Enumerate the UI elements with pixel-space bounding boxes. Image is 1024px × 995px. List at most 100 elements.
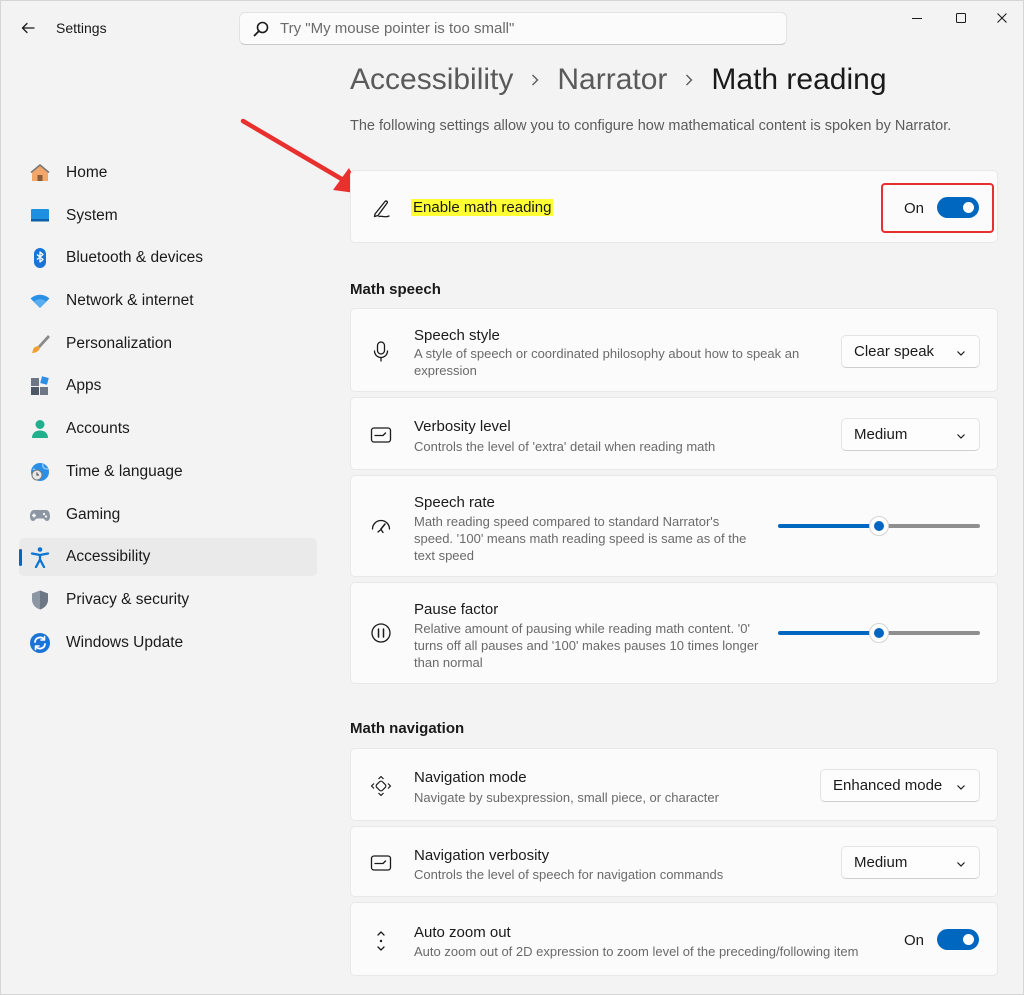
sidebar-item-personalization[interactable]: Personalization	[19, 325, 317, 363]
verbosity-level-dropdown[interactable]: Medium	[841, 418, 980, 451]
account-icon	[29, 418, 51, 440]
verbosity-icon	[369, 851, 393, 875]
title-bar: Settings	[1, 1, 1024, 55]
sidebar-item-label: Gaming	[66, 505, 121, 523]
navigation-mode-title: Navigation mode	[414, 769, 527, 786]
slider-thumb[interactable]	[869, 516, 889, 536]
chevron-right-icon	[684, 73, 694, 87]
shield-icon	[29, 589, 51, 611]
expand-vertical-icon	[369, 929, 393, 953]
section-heading-math-navigation: Math navigation	[350, 720, 465, 737]
breadcrumb-accessibility[interactable]: Accessibility	[350, 63, 513, 97]
enable-math-reading-label: Enable math reading	[411, 199, 554, 216]
speech-style-dropdown[interactable]: Clear speak	[841, 335, 980, 368]
section-heading-math-speech: Math speech	[350, 281, 441, 298]
navigation-verbosity-value: Medium	[854, 854, 908, 871]
verbosity-level-title: Verbosity level	[414, 418, 511, 435]
speech-rate-title: Speech rate	[414, 494, 495, 511]
sidebar-item-windows-update[interactable]: Windows Update	[19, 624, 317, 662]
speech-rate-desc-line1: Math reading speed compared to standard …	[414, 514, 720, 529]
minimize-icon	[912, 18, 922, 19]
navigation-mode-card: Navigation mode Navigate by subexpressio…	[350, 748, 998, 821]
sidebar-item-accounts[interactable]: Accounts	[19, 410, 317, 448]
bluetooth-icon	[29, 247, 51, 269]
sidebar-item-network[interactable]: Network & internet	[19, 282, 317, 320]
navigation-mode-desc: Navigate by subexpression, small piece, …	[414, 790, 719, 805]
navigation-verbosity-dropdown[interactable]: Medium	[841, 846, 980, 879]
navigation-mode-dropdown[interactable]: Enhanced mode	[820, 769, 980, 802]
breadcrumb-narrator[interactable]: Narrator	[557, 63, 667, 97]
accessibility-icon	[29, 546, 51, 569]
chevron-down-icon	[955, 346, 967, 363]
page-title: Math reading	[711, 63, 887, 96]
pause-factor-slider[interactable]	[778, 623, 980, 643]
app-title: Settings	[56, 20, 107, 36]
back-arrow-icon	[21, 22, 35, 34]
breadcrumb: Accessibility Narrator Math reading	[350, 63, 887, 97]
globe-clock-icon	[29, 461, 51, 483]
pause-factor-card: Pause factor Relative amount of pausing …	[350, 582, 998, 684]
maximize-icon	[956, 13, 966, 23]
search-icon	[252, 20, 270, 38]
speech-rate-slider[interactable]	[778, 516, 980, 536]
verbosity-level-value: Medium	[854, 426, 908, 443]
pause-factor-desc-line2: turns off all pauses and '100' makes pau…	[414, 638, 759, 653]
speech-style-card: Speech style A style of speech or coordi…	[350, 308, 998, 392]
speech-rate-card: Speech rate Math reading speed compared …	[350, 475, 998, 577]
sidebar-item-label: Windows Update	[66, 633, 184, 651]
sidebar-item-apps[interactable]: Apps	[19, 367, 317, 405]
speech-rate-desc-line2: speed. '100' means math reading speed is…	[414, 531, 747, 546]
sidebar-item-label: Accounts	[66, 420, 130, 438]
speech-style-desc-line2: expression	[414, 363, 477, 378]
chevron-right-icon	[530, 73, 540, 87]
wifi-icon	[29, 290, 51, 312]
search-input[interactable]	[280, 20, 760, 37]
navigation-verbosity-desc: Controls the level of speech for navigat…	[414, 867, 724, 882]
sidebar-nav: Home System Bluetooth & devices Network …	[19, 154, 317, 666]
navigation-verbosity-title: Navigation verbosity	[414, 847, 550, 864]
verbosity-icon	[369, 423, 393, 447]
search-box[interactable]	[239, 12, 787, 45]
sidebar-item-system[interactable]: System	[19, 197, 317, 235]
slider-track-empty	[887, 631, 980, 635]
verbosity-level-card: Verbosity level Controls the level of 'e…	[350, 397, 998, 470]
close-icon	[997, 13, 1007, 23]
sidebar-item-privacy-security[interactable]: Privacy & security	[19, 581, 317, 619]
sidebar-item-label: Network & internet	[66, 292, 194, 310]
auto-zoom-out-toggle[interactable]	[937, 929, 979, 950]
sidebar-item-label: Privacy & security	[66, 590, 190, 608]
slider-track-filled	[778, 524, 871, 528]
system-icon	[29, 205, 51, 227]
gamepad-icon	[29, 504, 51, 526]
auto-zoom-out-desc: Auto zoom out of 2D expression to zoom l…	[414, 944, 859, 959]
sidebar-item-label: Time & language	[66, 462, 183, 480]
sidebar-item-label: System	[66, 206, 118, 224]
slider-thumb[interactable]	[869, 623, 889, 643]
highlighted-label: Enable math reading	[411, 199, 554, 216]
sidebar-item-time-language[interactable]: Time & language	[19, 453, 317, 491]
sidebar-item-label: Accessibility	[66, 548, 151, 566]
sidebar-item-gaming[interactable]: Gaming	[19, 496, 317, 534]
microphone-icon	[369, 339, 393, 363]
minimize-button[interactable]	[899, 7, 935, 29]
page-description: The following settings allow you to conf…	[350, 118, 952, 134]
pause-icon	[369, 621, 393, 645]
chevron-down-icon	[955, 780, 967, 797]
sidebar-item-accessibility[interactable]: Accessibility	[19, 538, 317, 577]
toggle-knob	[963, 934, 974, 945]
home-icon	[29, 162, 51, 184]
settings-window: Settings Try "My mouse pointer is too sm…	[0, 0, 1024, 995]
sidebar-item-label: Apps	[66, 377, 102, 395]
close-button[interactable]	[984, 7, 1020, 29]
slider-track-filled	[778, 631, 871, 635]
sidebar-item-label: Personalization	[66, 334, 172, 352]
sidebar-item-bluetooth[interactable]: Bluetooth & devices	[19, 239, 317, 277]
maximize-button[interactable]	[943, 7, 979, 29]
back-button[interactable]	[15, 15, 41, 41]
sidebar-item-label: Home	[66, 164, 108, 181]
slider-track-empty	[887, 524, 980, 528]
apps-icon	[29, 375, 51, 397]
navigation-mode-value: Enhanced mode	[833, 777, 943, 794]
toggle-state-label: On	[904, 932, 925, 949]
pen-icon	[369, 196, 393, 220]
